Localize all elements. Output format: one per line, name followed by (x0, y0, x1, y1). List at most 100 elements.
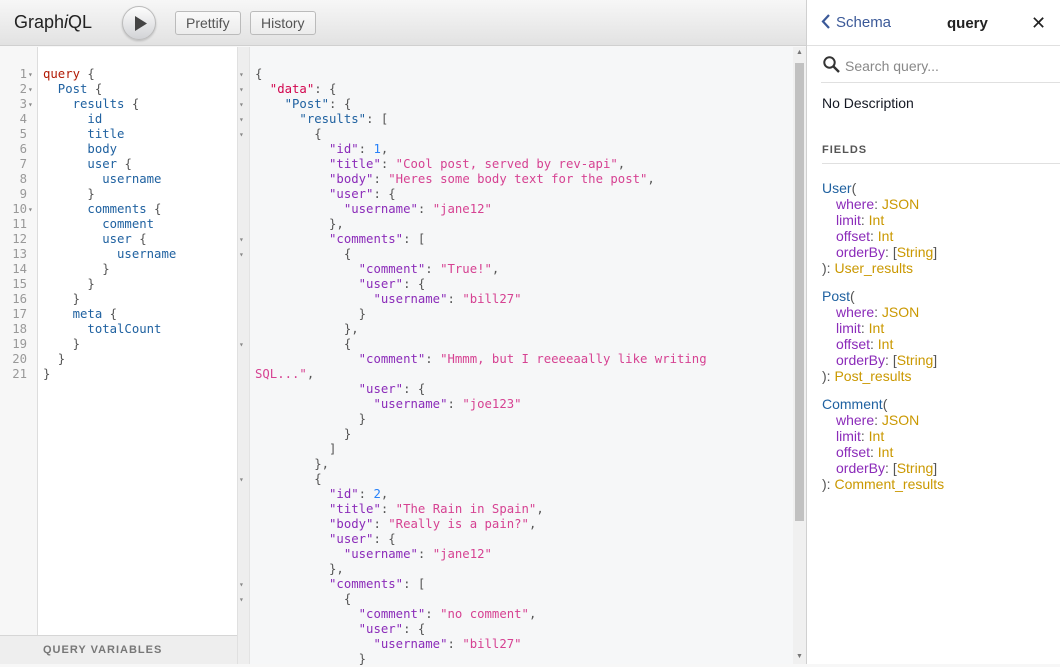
scroll-down-icon[interactable]: ▼ (796, 653, 803, 660)
code-text: meta { (43, 307, 118, 321)
code-line[interactable]: 10 ▾ comments { (0, 202, 238, 217)
type-link[interactable]: String (897, 352, 934, 368)
type-link[interactable]: String (897, 244, 934, 260)
code-line[interactable]: 13 username (0, 247, 238, 262)
line-number: 18 (12, 322, 27, 336)
result-text: "user": { (255, 382, 426, 396)
query-variables-toggle[interactable]: QUERY VARIABLES (0, 635, 237, 664)
fields-heading: FIELDS (822, 144, 1060, 164)
return-type-link[interactable]: User_results (834, 260, 913, 276)
field-name-link[interactable]: Post (822, 288, 850, 304)
result-line: "user": { (238, 277, 788, 292)
result-text: } (255, 652, 367, 666)
code-line[interactable]: 14 } (0, 262, 238, 277)
code-text: } (43, 337, 81, 351)
result-viewer: ▾{▾ "data": {▾ "Post": {▾ "results": [▾ … (238, 47, 806, 666)
result-text: "username": "bill27" (255, 292, 522, 306)
scroll-up-icon[interactable]: ▲ (796, 49, 803, 56)
close-icon[interactable]: ✕ (1031, 13, 1046, 34)
result-line: "username": "jane12" (238, 547, 788, 562)
code-line[interactable]: 20 } (0, 352, 238, 367)
line-number: 15 (12, 277, 27, 291)
fold-arrow-icon[interactable]: ▾ (239, 82, 244, 97)
code-line[interactable]: 19 } (0, 337, 238, 352)
result-text: "body": "Heres some body text for the po… (255, 172, 655, 186)
back-to-schema-link[interactable]: Schema (821, 14, 891, 31)
return-type-link[interactable]: Comment_results (834, 476, 944, 492)
prettify-button[interactable]: Prettify (175, 11, 241, 35)
result-line: ▾ "data": { (238, 82, 788, 97)
line-number: 3 (19, 97, 27, 111)
result-line: "username": "bill27" (238, 292, 788, 307)
code-line[interactable]: 18 totalCount (0, 322, 238, 337)
code-line[interactable]: 11 comment (0, 217, 238, 232)
doc-title: query (947, 15, 988, 32)
code-line[interactable]: 1 ▾ query { (0, 67, 238, 82)
result-line: }, (238, 457, 788, 472)
code-line[interactable]: 12 user { (0, 232, 238, 247)
fold-arrow-icon[interactable]: ▾ (239, 112, 244, 127)
result-line: ▾ { (238, 592, 788, 607)
query-editor[interactable]: 1 ▾ query {2 ▾ Post {3 ▾ results {4 id 5 titl… (0, 47, 238, 664)
return-type-link[interactable]: Post_results (834, 368, 911, 384)
fold-arrow-icon[interactable]: ▾ (28, 97, 33, 112)
type-link[interactable]: Int (869, 428, 885, 444)
code-line[interactable]: 8 username (0, 172, 238, 187)
code-line[interactable]: 5 title (0, 127, 238, 142)
field-comment: Comment(where: JSON limit: Int offset: Int… (822, 396, 945, 492)
history-button[interactable]: History (250, 11, 316, 35)
fold-arrow-icon[interactable]: ▾ (239, 577, 244, 592)
code-line[interactable]: 17 meta { (0, 307, 238, 322)
code-line[interactable]: 9 } (0, 187, 238, 202)
fold-arrow-icon[interactable]: ▾ (239, 67, 244, 82)
result-text: "id": 2, (255, 487, 389, 501)
result-text: }, (255, 322, 359, 336)
code-text: username (43, 247, 177, 261)
result-line: "username": "bill27" (238, 637, 788, 652)
type-link[interactable]: Int (878, 228, 894, 244)
result-scrollbar[interactable]: ▲ ▼ (793, 47, 806, 664)
fold-arrow-icon[interactable]: ▾ (239, 127, 244, 142)
code-text: } (43, 352, 66, 366)
field-name-link[interactable]: Comment (822, 396, 883, 412)
code-text: } (43, 367, 51, 381)
type-link[interactable]: Int (869, 212, 885, 228)
execute-query-button[interactable] (122, 6, 156, 40)
result-line: }, (238, 217, 788, 232)
scrollbar-thumb[interactable] (795, 63, 804, 521)
documentation-explorer: Schema query ✕ No Description FIELDS Use… (806, 0, 1060, 664)
result-line: "id": 1, (238, 142, 788, 157)
fold-arrow-icon[interactable]: ▾ (239, 232, 244, 247)
fold-arrow-icon[interactable]: ▾ (239, 472, 244, 487)
code-line[interactable]: 7 user { (0, 157, 238, 172)
code-line[interactable]: 16 } (0, 292, 238, 307)
type-link[interactable]: Int (869, 320, 885, 336)
line-number: 12 (12, 232, 27, 246)
code-line[interactable]: 6 body (0, 142, 238, 157)
code-text: } (43, 277, 95, 291)
fold-arrow-icon[interactable]: ▾ (239, 97, 244, 112)
toolbar: GraphiQL Prettify History (0, 0, 806, 46)
code-line[interactable]: 3 ▾ results { (0, 97, 238, 112)
field-argument: limit: Int (836, 212, 885, 228)
type-link[interactable]: String (897, 460, 934, 476)
code-line[interactable]: 21} (0, 367, 238, 382)
line-number: 21 (12, 367, 27, 381)
field-name-link[interactable]: User (822, 180, 852, 196)
fold-arrow-icon[interactable]: ▾ (239, 247, 244, 262)
type-link[interactable]: Int (878, 336, 894, 352)
fold-arrow-icon[interactable]: ▾ (239, 337, 244, 352)
type-link[interactable]: Int (878, 444, 894, 460)
type-link[interactable]: JSON (882, 304, 919, 320)
type-link[interactable]: JSON (882, 196, 919, 212)
code-line[interactable]: 2 ▾ Post { (0, 82, 238, 97)
fold-arrow-icon[interactable]: ▾ (239, 592, 244, 607)
search-input[interactable] (843, 57, 1047, 75)
fold-arrow-icon[interactable]: ▾ (28, 202, 33, 217)
code-line[interactable]: 15 } (0, 277, 238, 292)
fold-arrow-icon[interactable]: ▾ (28, 67, 33, 82)
type-link[interactable]: JSON (882, 412, 919, 428)
code-line[interactable]: 4 id (0, 112, 238, 127)
fold-arrow-icon[interactable]: ▾ (28, 82, 33, 97)
result-text: "username": "jane12" (255, 202, 492, 216)
